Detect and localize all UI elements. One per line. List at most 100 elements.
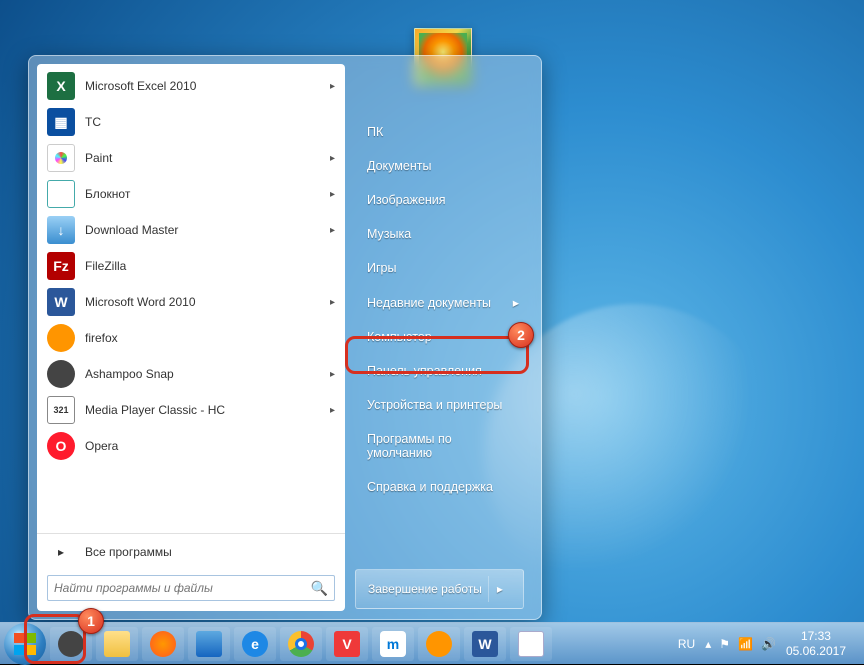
search-icon: 🔍 (311, 580, 328, 597)
network-icon[interactable]: 📶 (738, 637, 753, 651)
right-item-label: Игры (367, 261, 396, 275)
right-item-10[interactable]: Справка и поддержка (355, 471, 531, 503)
shutdown-label: Завершение работы (368, 582, 482, 596)
program-label: Download Master (85, 223, 178, 237)
right-item-label: Устройства и принтеры (367, 398, 502, 412)
excel-icon: X (47, 72, 75, 100)
program-label: Opera (85, 439, 118, 453)
program-item-mpc[interactable]: 321 Media Player Classic - HC ▸ (37, 392, 345, 428)
right-item-4[interactable]: Игры (355, 252, 531, 284)
windows-logo-icon (14, 633, 36, 655)
right-item-label: Недавние документы (367, 296, 491, 310)
program-item-excel[interactable]: X Microsoft Excel 2010 ▸ (37, 68, 345, 104)
system-tray: RU ▴ ⚑ 📶 🔊 17:33 05.06.2017 (678, 629, 860, 658)
right-item-0[interactable]: ПК (355, 116, 531, 148)
program-item-note[interactable]: Блокнот ▸ (37, 176, 345, 212)
clock-time: 17:33 (786, 629, 846, 643)
submenu-arrow-icon: ▸ (330, 189, 335, 200)
submenu-arrow-icon: ▸ (330, 405, 335, 416)
submenu-arrow-icon: ▸ (330, 225, 335, 236)
search-box[interactable]: 🔍 (47, 575, 335, 601)
right-item-label: Документы (367, 159, 431, 173)
volume-icon[interactable]: 🔊 (761, 637, 776, 651)
program-label: Блокнот (85, 187, 130, 201)
program-label: Microsoft Excel 2010 (85, 79, 196, 93)
right-item-label: Панель управления (367, 364, 482, 378)
taskbar-ie[interactable]: e (234, 627, 276, 661)
right-item-label: Справка и поддержка (367, 480, 493, 494)
annotation-badge-2: 2 (508, 322, 534, 348)
program-item-tc[interactable]: ▦ TC (37, 104, 345, 140)
taskbar-chrome[interactable] (280, 627, 322, 661)
right-item-1[interactable]: Документы (355, 150, 531, 182)
shutdown-button[interactable]: Завершение работы ▸ (355, 569, 524, 609)
word-icon: W (47, 288, 75, 316)
taskbar-wmp[interactable] (142, 627, 184, 661)
flag-icon[interactable]: ⚑ (719, 637, 730, 651)
start-button[interactable] (4, 623, 46, 665)
dm-icon: ↓ (47, 216, 75, 244)
recent-programs-list: XMicrosoft Excel 2010▸▦TCPaint▸Блокнот▸↓… (37, 64, 345, 533)
program-label: Microsoft Word 2010 (85, 295, 196, 309)
submenu-arrow-icon: ▸ (330, 153, 335, 164)
right-item-6[interactable]: Компьютер (355, 321, 531, 353)
program-item-fz[interactable]: Fz FileZilla (37, 248, 345, 284)
clock-date: 05.06.2017 (786, 644, 846, 658)
chevron-right-icon: ▸ (47, 538, 75, 566)
start-menu: XMicrosoft Excel 2010▸▦TCPaint▸Блокнот▸↓… (28, 55, 542, 620)
program-item-opera[interactable]: O Opera (37, 428, 345, 464)
right-item-label: Музыка (367, 227, 411, 241)
tray-icons: ▴ ⚑ 📶 🔊 (705, 637, 776, 651)
taskbar-vivaldi[interactable]: V (326, 627, 368, 661)
right-item-7[interactable]: Панель управления (355, 355, 531, 387)
program-item-ff[interactable]: firefox (37, 320, 345, 356)
program-item-snap[interactable]: Ashampoo Snap ▸ (37, 356, 345, 392)
taskbar-maxthon[interactable]: m (372, 627, 414, 661)
right-item-5[interactable]: Недавние документы ▸ (355, 286, 531, 319)
program-label: FileZilla (85, 259, 126, 273)
opera-icon: O (47, 432, 75, 460)
program-label: Ashampoo Snap (85, 367, 174, 381)
fz-icon: Fz (47, 252, 75, 280)
right-item-8[interactable]: Устройства и принтеры (355, 389, 531, 421)
tc-icon: ▦ (47, 108, 75, 136)
right-item-label: Компьютер (367, 330, 432, 344)
clock[interactable]: 17:33 05.06.2017 (786, 629, 846, 658)
taskbar-explorer[interactable] (96, 627, 138, 661)
program-label: TC (85, 115, 101, 129)
program-item-paint[interactable]: Paint ▸ (37, 140, 345, 176)
program-label: Paint (85, 151, 112, 165)
ff-icon (47, 324, 75, 352)
taskbar-firefox[interactable] (418, 627, 460, 661)
language-indicator[interactable]: RU (678, 637, 695, 651)
submenu-arrow-icon: ▸ (513, 295, 519, 310)
snap-icon (47, 360, 75, 388)
right-item-label: Программы по умолчанию (367, 432, 519, 460)
search-input[interactable] (54, 581, 311, 595)
all-programs-label: Все программы (85, 545, 172, 559)
right-item-2[interactable]: Изображения (355, 184, 531, 216)
submenu-arrow-icon: ▸ (330, 369, 335, 380)
program-label: Media Player Classic - HC (85, 403, 225, 417)
mpc-icon: 321 (47, 396, 75, 424)
program-label: firefox (85, 331, 118, 345)
start-menu-left-pane: XMicrosoft Excel 2010▸▦TCPaint▸Блокнот▸↓… (37, 64, 345, 611)
program-item-word[interactable]: WMicrosoft Word 2010▸ (37, 284, 345, 320)
program-item-dm[interactable]: ↓ Download Master ▸ (37, 212, 345, 248)
right-item-3[interactable]: Музыка (355, 218, 531, 250)
right-item-9[interactable]: Программы по умолчанию (355, 423, 531, 469)
paint-icon (47, 144, 75, 172)
submenu-arrow-icon: ▸ (330, 81, 335, 92)
right-item-label: Изображения (367, 193, 446, 207)
taskbar-word[interactable]: W (464, 627, 506, 661)
shutdown-options-arrow[interactable]: ▸ (488, 576, 511, 602)
shutdown-row: Завершение работы ▸ (355, 569, 531, 609)
right-item-label: ПК (367, 125, 383, 139)
taskbar-mail[interactable] (188, 627, 230, 661)
taskbar: e V m W RU ▴ ⚑ 📶 🔊 17:33 05.06.2017 (0, 622, 864, 664)
annotation-badge-1: 1 (78, 608, 104, 634)
note-icon (47, 180, 75, 208)
all-programs-button[interactable]: ▸ Все программы (37, 533, 345, 569)
taskbar-notepad[interactable] (510, 627, 552, 661)
tray-chevron-up-icon[interactable]: ▴ (705, 637, 711, 651)
